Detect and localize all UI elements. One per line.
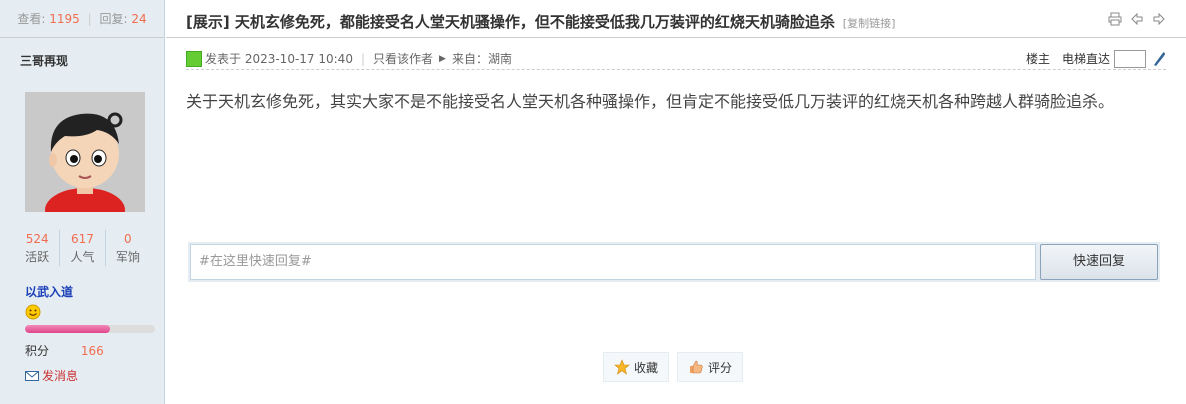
envelope-icon xyxy=(25,370,39,381)
send-message-label: 发消息 xyxy=(42,369,79,383)
rate-label: 评分 xyxy=(708,360,733,375)
star-icon xyxy=(614,359,630,375)
online-status-icon xyxy=(186,50,202,67)
thumbs-up-icon xyxy=(690,360,703,374)
author-sidebar: 查看: 1195 | 回复: 24 三哥再现 524 活跃 617 人气 0 军… xyxy=(0,0,165,404)
caret-right-icon: ▶ xyxy=(439,53,446,64)
smiley-icon xyxy=(25,304,41,320)
replies-label: 回复: xyxy=(99,12,128,26)
replies-count: 24 xyxy=(131,12,147,26)
post-content: 关于天机玄修免死，其实大家不是不能接受名人堂天机各种骚操作，但肯定不能接受低几万… xyxy=(186,92,1115,111)
divider: | xyxy=(360,51,365,66)
rate-button[interactable]: 评分 xyxy=(677,352,744,382)
stat-active[interactable]: 524 活跃 xyxy=(15,230,59,266)
title-tools xyxy=(1108,12,1166,26)
floor-label: 楼主 xyxy=(1025,52,1050,66)
stat-label: 人气 xyxy=(70,250,95,264)
post-time: 发表于 2023-10-17 10:40 xyxy=(205,52,353,66)
user-stats: 524 活跃 617 人气 0 军饷 xyxy=(15,230,150,266)
copy-link[interactable]: [复制链接] xyxy=(843,17,896,30)
avatar[interactable] xyxy=(25,92,145,212)
stat-popularity[interactable]: 617 人气 xyxy=(59,230,104,266)
send-message-link[interactable]: 发消息 xyxy=(25,367,78,384)
quick-reply: #在这里快速回复# 快速回复 xyxy=(188,242,1160,282)
post-main: [展示] 天机玄修免死，都能接受名人堂天机骚操作，但不能接受低我几万装评的红烧天… xyxy=(166,0,1186,404)
views-count: 1195 xyxy=(49,12,80,26)
stat-value: 524 xyxy=(25,232,49,246)
post-actions: 收藏 评分 xyxy=(603,352,744,382)
credit-label: 积分 xyxy=(25,344,50,358)
stat-pay[interactable]: 0 军饷 xyxy=(104,230,150,266)
user-group[interactable]: 以武入道 xyxy=(25,283,73,300)
jump-go-icon[interactable] xyxy=(1152,51,1166,67)
floor-jump-input[interactable] xyxy=(1114,49,1146,68)
stat-value: 617 xyxy=(71,232,94,246)
stat-value: 0 xyxy=(124,232,132,246)
print-icon[interactable] xyxy=(1108,12,1122,26)
stat-label: 活跃 xyxy=(25,250,50,264)
thread-stats: 查看: 1195 | 回复: 24 xyxy=(0,0,164,38)
next-thread-icon[interactable] xyxy=(1152,12,1166,26)
jump-label: 电梯直达 xyxy=(1061,52,1110,66)
author-only-link[interactable]: 只看该作者 xyxy=(373,50,433,67)
post-title: [展示] 天机玄修免死，都能接受名人堂天机骚操作，但不能接受低我几万装评的红烧天… xyxy=(186,13,835,31)
avatar-image xyxy=(25,92,145,212)
views-label: 查看: xyxy=(17,12,46,26)
credit-value: 166 xyxy=(80,344,104,358)
level-progress-bar xyxy=(25,325,155,333)
post-title-row: [展示] 天机玄修免死，都能接受名人堂天机骚操作，但不能接受低我几万装评的红烧天… xyxy=(166,0,1186,38)
author-name[interactable]: 三哥再现 xyxy=(20,52,68,69)
favorite-label: 收藏 xyxy=(634,360,659,375)
floor-nav: 楼主 电梯直达 xyxy=(1025,49,1166,68)
post-origin: 来自：湖南 xyxy=(451,52,512,66)
favorite-button[interactable]: 收藏 xyxy=(603,352,670,382)
quick-reply-input[interactable]: #在这里快速回复# xyxy=(190,244,1036,280)
divider: | xyxy=(87,12,92,26)
post-meta: 发表于 2023-10-17 10:40 | 只看该作者 ▶ 来自：湖南 楼主 … xyxy=(186,49,1166,70)
stat-label: 军饷 xyxy=(115,250,140,264)
credit: 积分 166 xyxy=(25,342,104,359)
prev-thread-icon[interactable] xyxy=(1130,12,1144,26)
level-progress-fill xyxy=(25,325,110,333)
quick-reply-button[interactable]: 快速回复 xyxy=(1040,244,1158,280)
